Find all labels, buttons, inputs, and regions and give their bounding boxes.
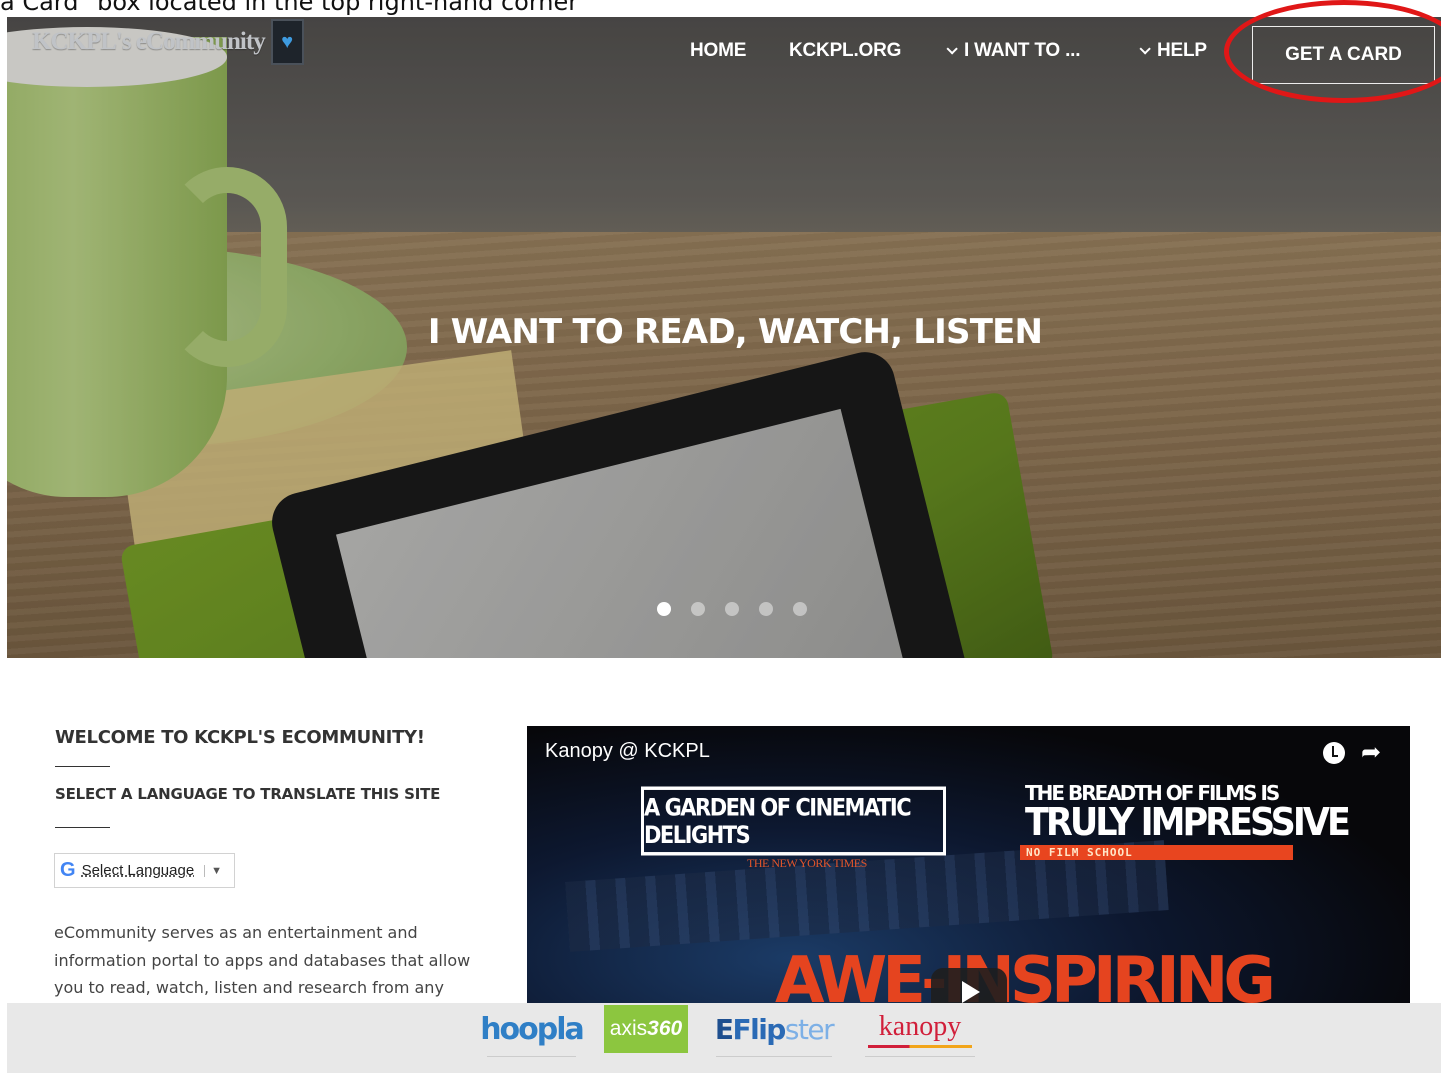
language-select[interactable]: G Select Language ▼ [54,853,235,888]
chevron-down-icon [1139,43,1151,55]
kanopy-underline [868,1045,972,1048]
axis360-label: axis [609,1017,648,1040]
nav-help[interactable]: HELP [1139,40,1207,62]
nav-i-want-to[interactable]: I WANT TO ... [946,40,1081,62]
video-quote-line2: TRULY IMPRESSIVE [1025,801,1351,845]
caption-text: a Card" box located in the top right-han… [0,0,579,16]
slider-dot[interactable] [657,602,671,616]
video-quote-source: THE NEW YORK TIMES [747,856,867,870]
flipster-mark: E [714,1013,734,1046]
description-text: eCommunity serves as an entertainment an… [54,923,471,997]
divider [55,827,110,828]
hoopla-logo[interactable]: hoopla [480,1003,585,1057]
app-logo-bar: hoopla axis 360 E Flip ster kanopy [7,1003,1441,1073]
watch-later-icon[interactable] [1323,742,1345,764]
language-select-label: Select Language [81,862,195,879]
axis360-number: 360 [647,1017,683,1040]
welcome-title: WELCOME TO KCKPL'S ECOMMUNITY! [55,727,425,748]
flipster-label: Flip [732,1013,786,1046]
slider-dot[interactable] [759,602,773,616]
slider-dots [657,602,807,616]
nav-help-label: HELP [1157,40,1207,61]
google-g-icon: G [60,859,76,881]
divider [55,766,110,767]
kanopy-logo[interactable]: kanopy [865,1003,975,1057]
slider-dot[interactable] [793,602,807,616]
chevron-down-icon [946,43,958,55]
video-quote-source-2: NO FILM SCHOOL [1020,845,1293,860]
flipster-logo[interactable]: E Flip ster [714,1003,835,1057]
hero-title: I WANT TO READ, WATCH, LISTEN [427,312,1043,352]
dropdown-arrow-icon: ▼ [204,864,222,877]
translate-subtitle: SELECT A LANGUAGE TO TRANSLATE THIS SITE [55,785,441,803]
flipster-label-2: ster [784,1013,835,1046]
slider-dot[interactable] [725,602,739,616]
nav-home[interactable]: HOME [690,40,746,62]
share-icon[interactable]: ➦ [1361,738,1381,766]
slider-dot[interactable] [691,602,705,616]
nav-kckpl-org[interactable]: KCKPL.ORG [789,40,901,62]
video-quote-box: A GARDEN OF CINEMATIC DELIGHTS [641,786,946,856]
video-player[interactable]: Kanopy @ KCKPL ➦ A GARDEN OF CINEMATIC D… [527,726,1410,1016]
page: a Card" box located in the top right-han… [0,0,1441,1073]
kanopy-label: kanopy [878,1011,962,1042]
video-title[interactable]: Kanopy @ KCKPL [545,740,710,763]
nav-i-want-to-label: I WANT TO ... [964,40,1081,61]
axis360-logo[interactable]: axis 360 [604,1005,688,1053]
